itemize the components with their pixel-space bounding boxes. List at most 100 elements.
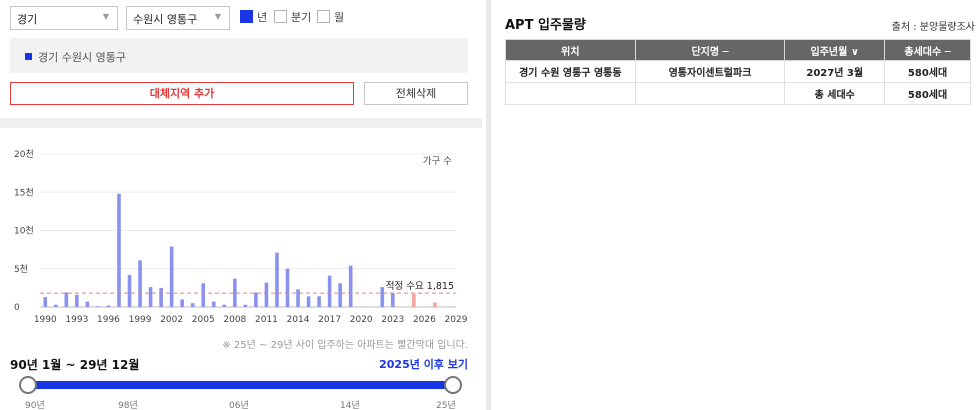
checkbox-quarter[interactable] bbox=[274, 10, 287, 23]
x-tick-label: 1996 bbox=[97, 315, 120, 325]
bar bbox=[348, 265, 353, 307]
bar bbox=[159, 287, 163, 307]
cell-location: 경기 수원 영통구 영통동 bbox=[505, 60, 636, 83]
range-tick: 06년 bbox=[229, 401, 249, 410]
apt-supply-table: 위치 단지명 ─ 입주년월 ∨ 총세대수 ─ 경기 수원 영통구 영통동 영통자… bbox=[505, 39, 971, 105]
selected-region-box: 경기 수원시 영통구 bbox=[10, 38, 468, 73]
x-tick-label: 1999 bbox=[129, 315, 152, 325]
bar bbox=[412, 293, 416, 307]
series-label: 가구 수 bbox=[423, 156, 452, 167]
checkbox-month-label: 월 bbox=[334, 11, 345, 24]
x-tick-label: 2014 bbox=[287, 315, 310, 325]
section-divider bbox=[0, 118, 482, 128]
bar bbox=[190, 303, 195, 307]
x-tick-label: 2005 bbox=[192, 315, 215, 325]
range-tick: 14년 bbox=[340, 401, 360, 410]
range-slider-end-handle[interactable] bbox=[444, 376, 462, 394]
bar bbox=[243, 304, 248, 307]
x-tick-label: 1990 bbox=[34, 315, 57, 325]
cell-empty bbox=[505, 82, 636, 105]
range-slider-track[interactable] bbox=[27, 381, 455, 389]
bar bbox=[338, 283, 342, 307]
bar bbox=[96, 306, 100, 307]
y-tick-label: 5천 bbox=[14, 264, 28, 275]
cell-move-in: 2027년 3월 bbox=[784, 60, 886, 83]
bar bbox=[127, 274, 132, 307]
checkbox-month[interactable] bbox=[317, 10, 330, 23]
bar bbox=[327, 275, 332, 307]
x-tick-label: 2011 bbox=[255, 315, 278, 325]
x-tick-label: 2023 bbox=[381, 315, 404, 325]
supply-bar-chart: 20천 15천 10천 5천 0 1990 1993 1996 1999 2002 2005 2008… bbox=[14, 149, 468, 325]
region-select[interactable]: 경기 ▼ bbox=[10, 6, 118, 30]
bar bbox=[275, 252, 279, 307]
panel-divider bbox=[486, 0, 491, 410]
x-tick-label: 2008 bbox=[223, 315, 246, 325]
bar bbox=[285, 268, 290, 307]
x-tick-label: 2020 bbox=[350, 315, 373, 325]
range-tick: 98년 bbox=[118, 401, 138, 410]
bar bbox=[43, 297, 48, 307]
selected-region-label: 경기 수원시 영통구 bbox=[38, 51, 126, 64]
right-panel: APT 입주물량 출처 : 분양물량조사 위치 단지명 ─ 입주년월 ∨ 총세대… bbox=[495, 0, 977, 410]
x-tick-label: 2002 bbox=[160, 315, 183, 325]
table-total-row: 총 세대수 580세대 bbox=[505, 82, 971, 105]
x-tick-label: 2017 bbox=[318, 315, 341, 325]
range-tick: 90년 bbox=[25, 401, 45, 410]
column-header-move-in[interactable]: 입주년월 ∨ bbox=[784, 39, 886, 61]
checkbox-year-label: 년 bbox=[257, 11, 268, 24]
cell-complex: 영통자이센트럴파크 bbox=[634, 60, 786, 83]
range-tick: 25년 bbox=[436, 401, 456, 410]
left-panel: 경기 ▼ 수원시 영통구 ▼ 년 분기 월 경기 수원시 영통구 대체지역 추가… bbox=[0, 0, 482, 410]
demand-label: 적정 수요 1,815 bbox=[386, 280, 454, 292]
bar bbox=[296, 289, 300, 307]
cell-empty bbox=[634, 82, 786, 105]
chart-note: ※ 25년 ~ 29년 사이 입주하는 아파트는 빨간막대 입니다. bbox=[222, 340, 468, 351]
district-select[interactable]: 수원시 영통구 ▼ bbox=[126, 6, 230, 30]
district-select-value: 수원시 영통구 bbox=[133, 13, 198, 26]
y-tick-label: 10천 bbox=[14, 226, 34, 237]
bar bbox=[254, 292, 258, 307]
total-value: 580세대 bbox=[884, 82, 971, 105]
bar bbox=[64, 292, 69, 307]
bar bbox=[75, 294, 79, 307]
clear-all-button[interactable]: 전체삭제 bbox=[364, 82, 468, 105]
apt-title: APT 입주물량 bbox=[505, 18, 586, 33]
total-label: 총 세대수 bbox=[784, 82, 886, 105]
bar bbox=[211, 301, 216, 307]
x-tick-label: 2026 bbox=[413, 315, 436, 325]
bar bbox=[391, 293, 395, 307]
x-tick-label: 2029 bbox=[445, 315, 468, 325]
cell-households: 580세대 bbox=[884, 60, 971, 83]
legend-square-icon bbox=[25, 53, 32, 60]
y-tick-label: 20천 bbox=[14, 149, 34, 160]
chevron-down-icon: ▼ bbox=[102, 12, 109, 21]
add-region-button[interactable]: 대체지역 추가 bbox=[10, 82, 354, 105]
region-select-value: 경기 bbox=[17, 13, 38, 26]
bar bbox=[148, 287, 153, 307]
y-tick-label: 15천 bbox=[14, 187, 34, 198]
column-header-complex[interactable]: 단지명 ─ bbox=[634, 39, 786, 61]
bar bbox=[380, 287, 385, 307]
view-after-2025-link[interactable]: 2025년 이후 보기 bbox=[379, 356, 468, 372]
bar bbox=[180, 299, 184, 307]
checkbox-year[interactable] bbox=[240, 10, 253, 23]
bar bbox=[201, 283, 206, 307]
bar bbox=[222, 304, 227, 307]
bar bbox=[117, 193, 121, 307]
checkbox-quarter-label: 분기 bbox=[291, 11, 312, 24]
bar bbox=[169, 246, 174, 307]
bar bbox=[264, 282, 269, 307]
x-tick-label: 1993 bbox=[65, 315, 88, 325]
bar bbox=[53, 304, 58, 307]
range-slider-start-handle[interactable] bbox=[19, 376, 37, 394]
table-row[interactable]: 경기 수원 영통구 영통동 영통자이센트럴파크 2027년 3월 580세대 bbox=[505, 60, 971, 83]
y-tick-label: 0 bbox=[14, 303, 20, 313]
bar bbox=[106, 305, 111, 307]
bar bbox=[306, 296, 311, 307]
source-label: 출처 : 분양물량조사 bbox=[891, 22, 975, 33]
bar bbox=[138, 260, 142, 307]
column-header-households[interactable]: 총세대수 ─ bbox=[884, 39, 971, 61]
chevron-down-icon: ▼ bbox=[214, 12, 221, 21]
column-header-location: 위치 bbox=[505, 39, 636, 61]
